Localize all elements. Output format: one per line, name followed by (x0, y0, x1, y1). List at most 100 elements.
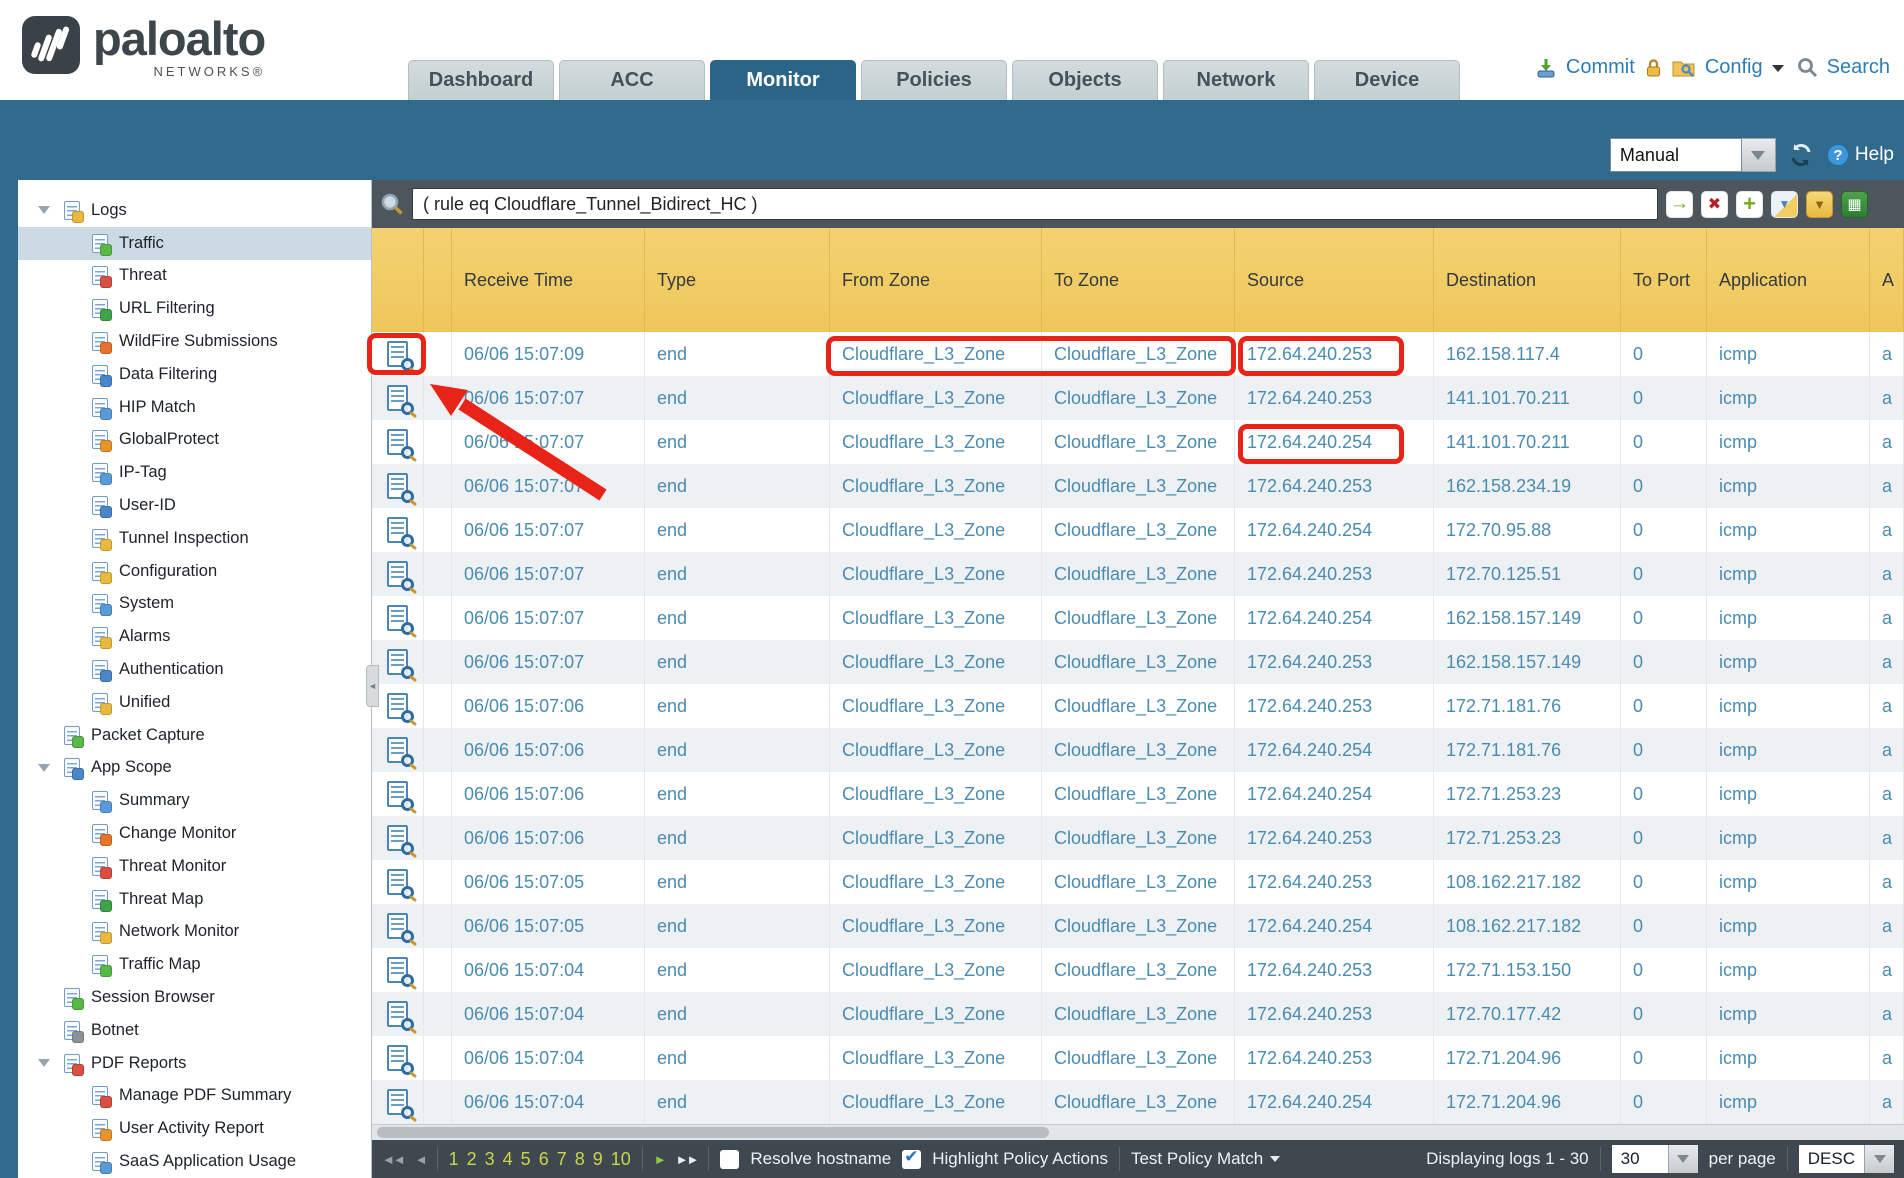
log-row[interactable]: 06/06 15:07:06 end Cloudflare_L3_Zone Cl… (372, 772, 1904, 816)
cell-destination[interactable]: 172.71.153.150 (1434, 948, 1621, 992)
refresh-mode-dropdown-button[interactable] (1742, 138, 1776, 172)
next-page-button[interactable] (654, 1152, 665, 1167)
log-row[interactable]: 06/06 15:07:07 end Cloudflare_L3_Zone Cl… (372, 464, 1904, 508)
cell-to-zone[interactable]: Cloudflare_L3_Zone (1042, 728, 1235, 772)
sidebar-item-url-filtering[interactable]: URL Filtering (18, 292, 371, 325)
cell-to-zone[interactable]: Cloudflare_L3_Zone (1042, 1036, 1235, 1080)
sidebar-item-ip-tag[interactable]: IP-Tag (18, 456, 371, 489)
cell-source[interactable]: 172.64.240.254 (1235, 596, 1434, 640)
column-header[interactable]: From Zone (830, 228, 1042, 332)
horizontal-scrollbar[interactable] (372, 1124, 1904, 1140)
cell-source[interactable]: 172.64.240.253 (1235, 376, 1434, 420)
expander-icon[interactable] (38, 1059, 50, 1067)
log-detail-icon[interactable] (387, 473, 408, 499)
log-detail-icon[interactable] (387, 913, 408, 939)
cell-from-zone[interactable]: Cloudflare_L3_Zone (830, 772, 1042, 816)
log-row[interactable]: 06/06 15:07:05 end Cloudflare_L3_Zone Cl… (372, 860, 1904, 904)
column-header[interactable]: Type (645, 228, 830, 332)
cell-to-zone[interactable]: Cloudflare_L3_Zone (1042, 948, 1235, 992)
refresh-mode-select[interactable]: Manual (1610, 138, 1776, 172)
first-page-button[interactable] (382, 1152, 404, 1167)
cell-destination[interactable]: 141.101.70.211 (1434, 420, 1621, 464)
cell-from-zone[interactable]: Cloudflare_L3_Zone (830, 464, 1042, 508)
log-detail-icon[interactable] (387, 693, 408, 719)
log-row[interactable]: 06/06 15:07:04 end Cloudflare_L3_Zone Cl… (372, 1036, 1904, 1080)
column-header[interactable]: To Zone (1042, 228, 1235, 332)
cell-source[interactable]: 172.64.240.253 (1235, 332, 1434, 376)
page-number[interactable]: 9 (593, 1149, 603, 1170)
cell-destination[interactable]: 162.158.234.19 (1434, 464, 1621, 508)
log-detail-icon[interactable] (387, 385, 408, 411)
cell-destination[interactable]: 172.71.181.76 (1434, 684, 1621, 728)
page-number[interactable]: 10 (611, 1149, 631, 1170)
sidebar-item-app-scope[interactable]: App Scope (18, 752, 371, 785)
cell-from-zone[interactable]: Cloudflare_L3_Zone (830, 596, 1042, 640)
scrollbar-thumb[interactable] (377, 1127, 1049, 1138)
cell-from-zone[interactable]: Cloudflare_L3_Zone (830, 728, 1042, 772)
log-row[interactable]: 06/06 15:07:06 end Cloudflare_L3_Zone Cl… (372, 728, 1904, 772)
sidebar-item-traffic-map[interactable]: Traffic Map (18, 948, 371, 981)
cell-destination[interactable]: 162.158.157.149 (1434, 640, 1621, 684)
nav-tab[interactable]: Objects (1012, 60, 1158, 100)
cell-from-zone[interactable]: Cloudflare_L3_Zone (830, 1036, 1042, 1080)
lock-icon[interactable] (1644, 57, 1663, 79)
cell-destination[interactable]: 108.162.217.182 (1434, 860, 1621, 904)
cell-source[interactable]: 172.64.240.253 (1235, 464, 1434, 508)
log-detail-icon[interactable] (387, 429, 408, 455)
sort-order-value[interactable]: DESC (1799, 1145, 1864, 1173)
sidebar-item-user-id[interactable]: User-ID (18, 489, 371, 522)
column-header[interactable] (372, 228, 424, 332)
cell-destination[interactable]: 172.71.253.23 (1434, 772, 1621, 816)
config-menu[interactable]: Config (1705, 56, 1763, 79)
cell-to-zone[interactable]: Cloudflare_L3_Zone (1042, 684, 1235, 728)
page-number[interactable]: 8 (575, 1149, 585, 1170)
cell-source[interactable]: 172.64.240.253 (1235, 640, 1434, 684)
cell-destination[interactable]: 172.71.204.96 (1434, 1036, 1621, 1080)
log-row[interactable]: 06/06 15:07:07 end Cloudflare_L3_Zone Cl… (372, 376, 1904, 420)
cell-source[interactable]: 172.64.240.253 (1235, 992, 1434, 1036)
sidebar-item-manage-pdf-summary[interactable]: Manage PDF Summary (18, 1080, 371, 1113)
sidebar-item-summary[interactable]: Summary (18, 784, 371, 817)
sidebar-item-change-monitor[interactable]: Change Monitor (18, 817, 371, 850)
cell-destination[interactable]: 172.71.253.23 (1434, 816, 1621, 860)
sidebar-item-unified[interactable]: Unified (18, 686, 371, 719)
sidebar-item-data-filtering[interactable]: Data Filtering (18, 358, 371, 391)
cell-to-zone[interactable]: Cloudflare_L3_Zone (1042, 1080, 1235, 1124)
cell-to-zone[interactable]: Cloudflare_L3_Zone (1042, 464, 1235, 508)
nav-tab[interactable]: Network (1163, 60, 1309, 100)
expander-icon[interactable] (38, 764, 50, 772)
search-button[interactable]: Search (1827, 56, 1890, 79)
log-row[interactable]: 06/06 15:07:07 end Cloudflare_L3_Zone Cl… (372, 596, 1904, 640)
cell-source[interactable]: 172.64.240.254 (1235, 728, 1434, 772)
sidebar-item-packet-capture[interactable]: Packet Capture (18, 719, 371, 752)
cell-destination[interactable]: 108.162.217.182 (1434, 904, 1621, 948)
nav-tab[interactable]: Device (1314, 60, 1460, 100)
page-number[interactable]: 5 (521, 1149, 531, 1170)
commit-button[interactable]: Commit (1566, 56, 1635, 79)
cell-to-zone[interactable]: Cloudflare_L3_Zone (1042, 508, 1235, 552)
cell-to-zone[interactable]: Cloudflare_L3_Zone (1042, 860, 1235, 904)
sidebar-item-alarms[interactable]: Alarms (18, 620, 371, 653)
log-row[interactable]: 06/06 15:07:07 end Cloudflare_L3_Zone Cl… (372, 420, 1904, 464)
add-filter-button[interactable]: + (1736, 191, 1763, 218)
cell-to-zone[interactable]: Cloudflare_L3_Zone (1042, 816, 1235, 860)
sidebar-item-saas-application-usage[interactable]: SaaS Application Usage (18, 1145, 371, 1178)
sidebar-item-session-browser[interactable]: Session Browser (18, 981, 371, 1014)
config-icon[interactable] (1672, 57, 1696, 78)
sidebar-item-threat[interactable]: Threat (18, 260, 371, 293)
column-header[interactable]: Source (1235, 228, 1434, 332)
load-filter-button[interactable]: ▼ (1806, 191, 1833, 218)
sidebar-item-botnet[interactable]: Botnet (18, 1014, 371, 1047)
cell-to-zone[interactable]: Cloudflare_L3_Zone (1042, 992, 1235, 1036)
apply-filter-button[interactable]: → (1666, 191, 1693, 218)
log-detail-icon[interactable] (387, 781, 408, 807)
sidebar-item-configuration[interactable]: Configuration (18, 555, 371, 588)
cell-from-zone[interactable]: Cloudflare_L3_Zone (830, 508, 1042, 552)
column-header[interactable]: A (1870, 228, 1904, 332)
sidebar-item-pdf-reports[interactable]: PDF Reports (18, 1047, 371, 1080)
config-caret-icon[interactable] (1772, 65, 1784, 72)
page-number[interactable]: 2 (467, 1149, 477, 1170)
filter-builder-button[interactable]: ▼ (1771, 191, 1798, 218)
sidebar-item-threat-monitor[interactable]: Threat Monitor (18, 850, 371, 883)
cell-source[interactable]: 172.64.240.253 (1235, 948, 1434, 992)
